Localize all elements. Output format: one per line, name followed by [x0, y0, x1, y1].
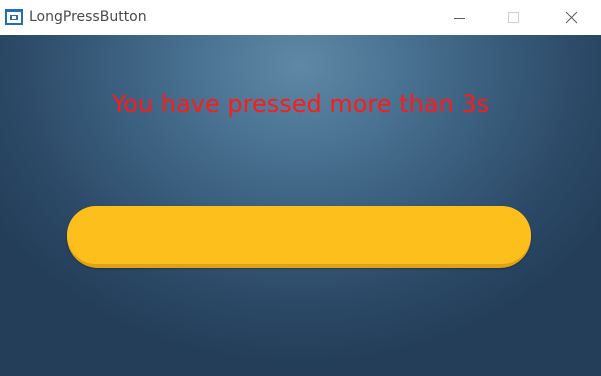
maximize-icon — [508, 12, 519, 23]
minimize-icon — [454, 18, 465, 19]
app-window-icon — [4, 7, 24, 27]
status-text: You have pressed more than 3s — [111, 90, 490, 118]
long-press-button[interactable] — [67, 206, 531, 268]
app-window: LongPressButton You have pressed more th… — [0, 0, 601, 376]
maximize-button[interactable] — [491, 0, 537, 35]
close-button[interactable] — [548, 0, 594, 35]
window-title: LongPressButton — [29, 9, 147, 25]
close-icon — [565, 11, 578, 24]
title-bar[interactable]: LongPressButton — [0, 0, 601, 35]
minimize-button[interactable] — [437, 0, 483, 35]
content-area: You have pressed more than 3s — [0, 35, 601, 376]
long-press-button-face — [67, 206, 531, 264]
